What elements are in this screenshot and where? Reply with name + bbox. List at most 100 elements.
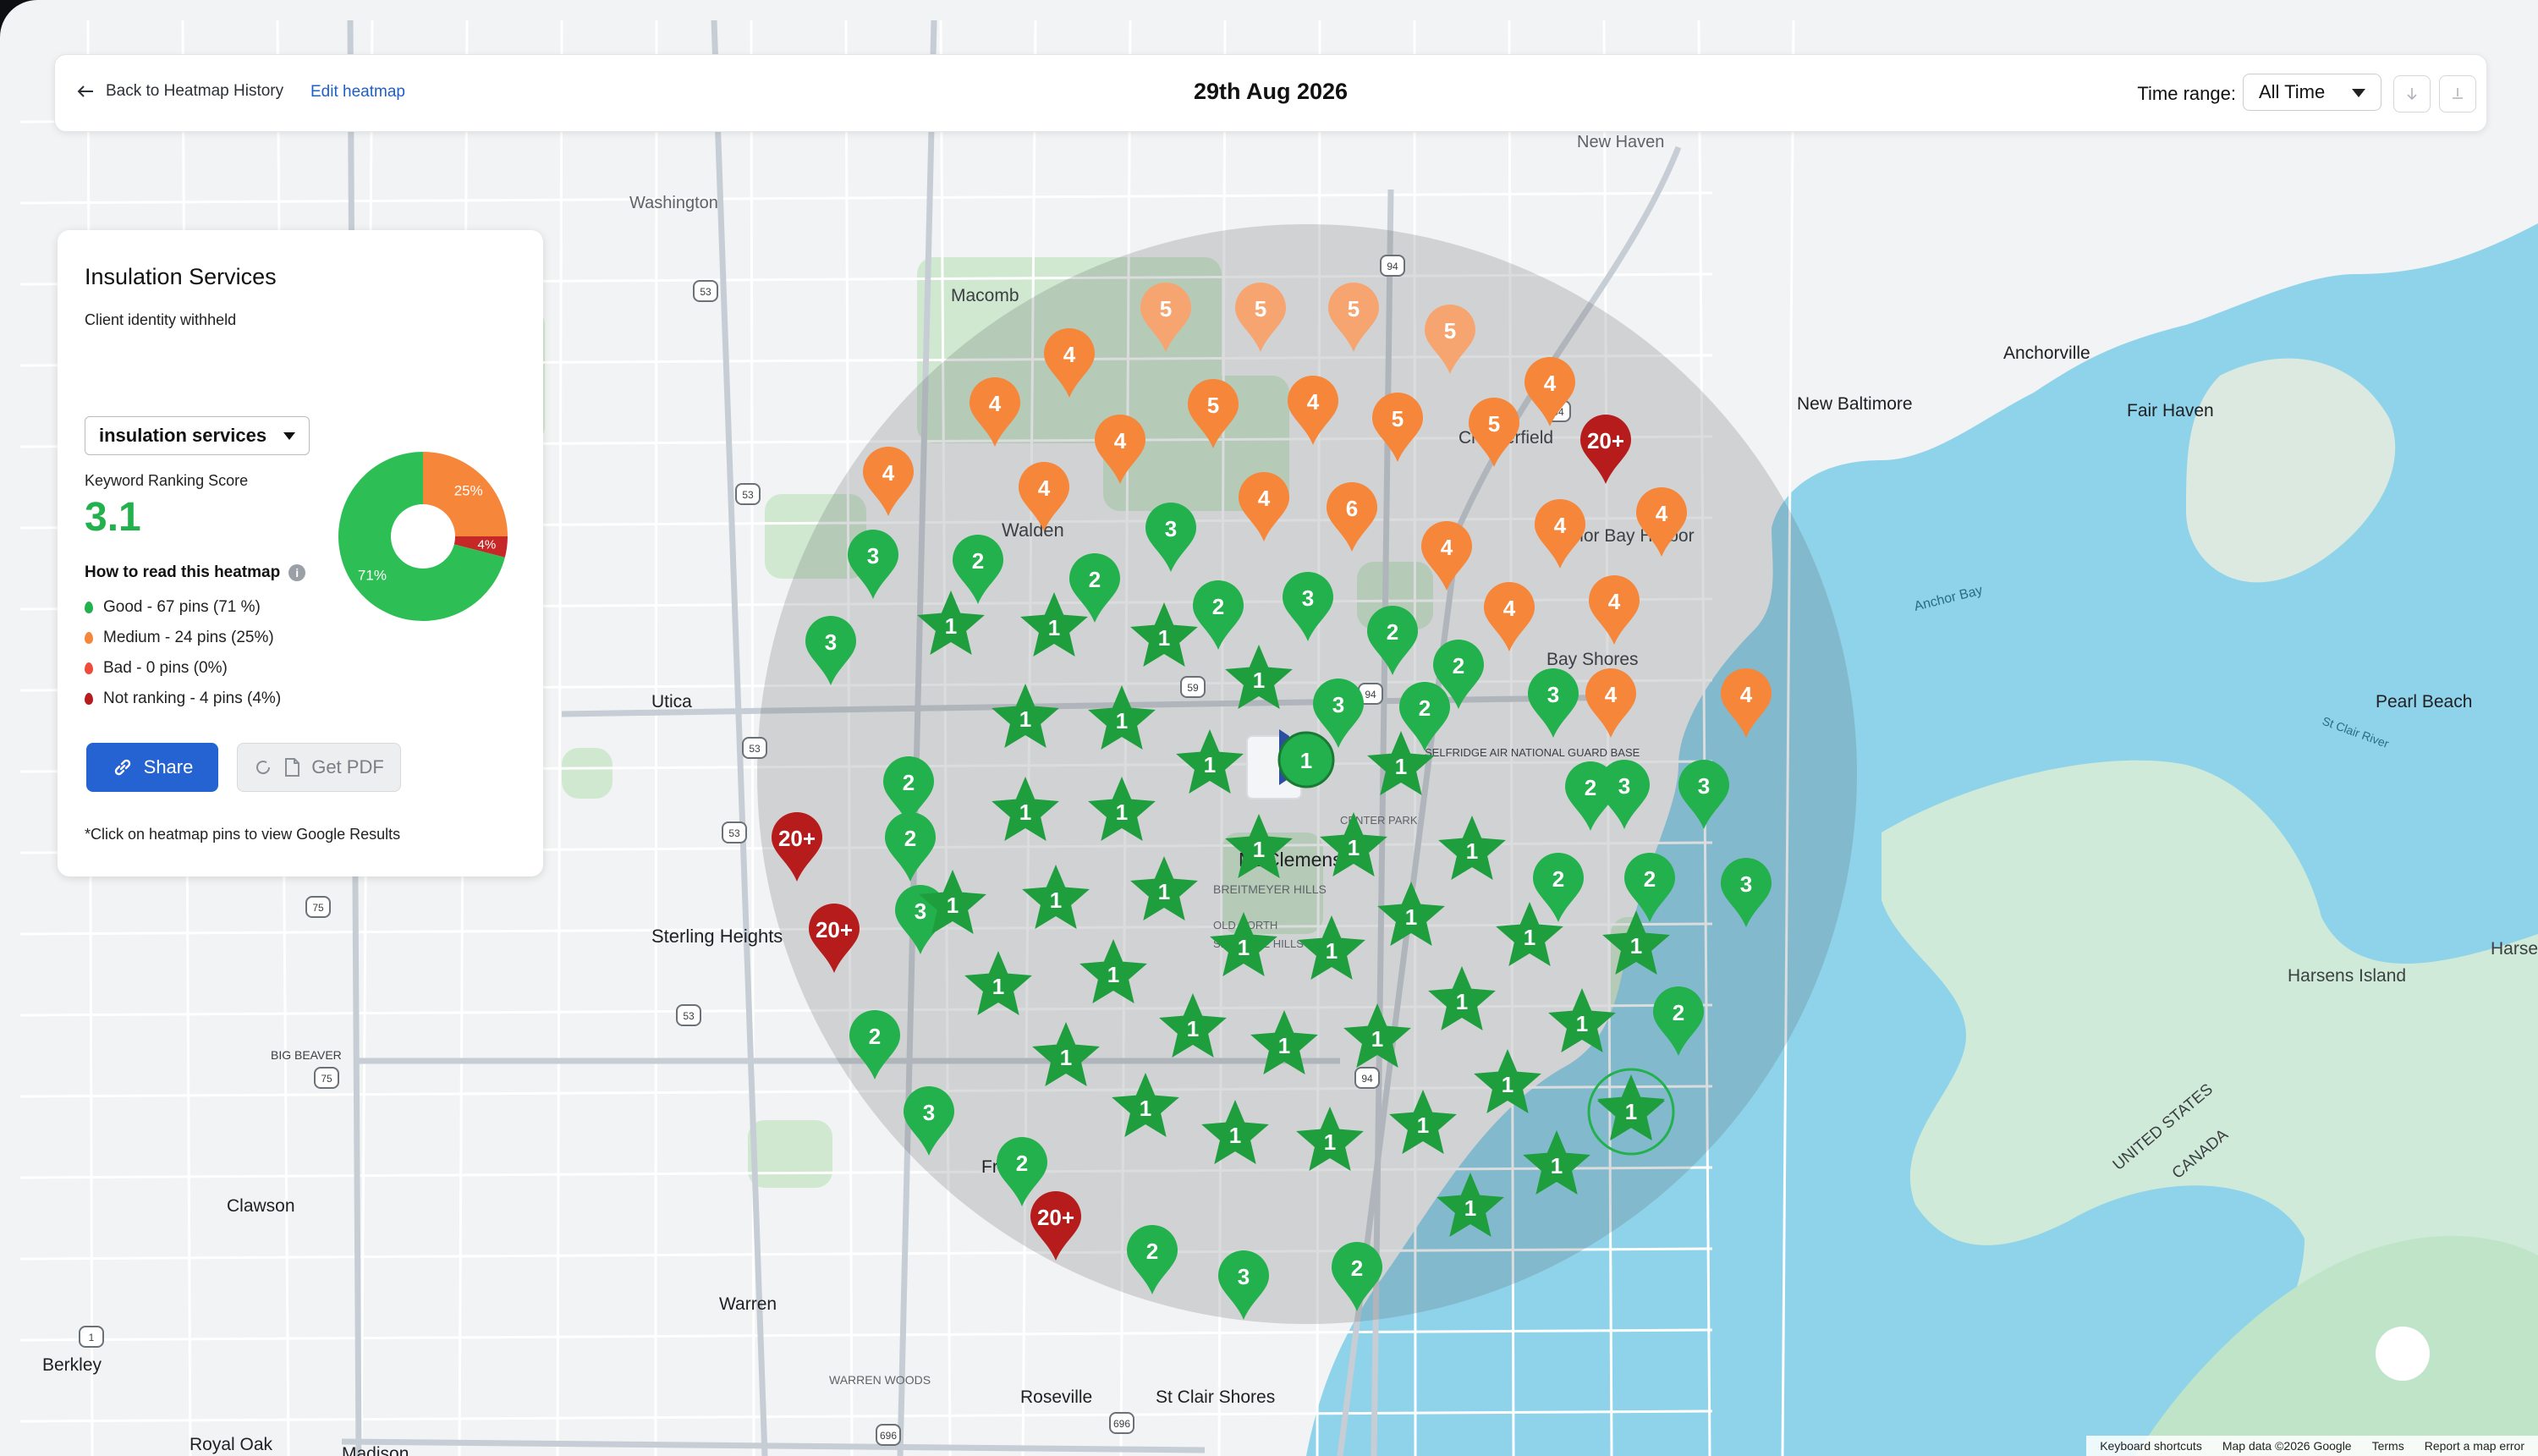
pin-label: 2 [1016, 1151, 1028, 1176]
map-label: Roseville [1020, 1387, 1092, 1407]
keyword-select[interactable]: insulation services [85, 416, 310, 455]
howto-label: How to read this heatmap [85, 563, 281, 581]
score-label: Keyword Ranking Score [85, 472, 249, 489]
star-label: 1 [1326, 938, 1338, 964]
pin-label: 4 [1038, 475, 1051, 501]
star-label: 1 [1204, 752, 1216, 777]
export-button[interactable] [2439, 75, 2476, 113]
star-label: 1 [1405, 904, 1417, 930]
pin-label: 20+ [1587, 428, 1624, 453]
pin-label: 3 [867, 543, 879, 569]
pin-label: 4 [1114, 428, 1127, 453]
pin-label: 2 [1552, 866, 1564, 892]
attribution-link[interactable]: Keyboard shortcuts [2100, 1439, 2202, 1453]
map-label: SELFRIDGE AIR NATIONAL GUARD BASE [1425, 746, 1640, 759]
map-label: BIG BEAVER [271, 1048, 342, 1062]
map-label: St Clair Shores [1156, 1387, 1275, 1407]
legend-label: Not ranking - 4 pins (4%) [103, 690, 282, 707]
pin-label: 6 [1346, 496, 1358, 521]
map-label: Berkley [42, 1355, 102, 1375]
star-label: 1 [947, 893, 959, 918]
map-label: Warren [719, 1294, 777, 1314]
star-label: 1 [1502, 1072, 1513, 1097]
route-shield: 696 [876, 1424, 901, 1446]
pin-label: 5 [1392, 406, 1404, 431]
pin-label: 3 [1740, 871, 1752, 897]
star-label: 1 [1630, 933, 1642, 959]
app-frame: WashingtonNew HavenMacombWaldenChesterfi… [0, 0, 2538, 1456]
map-label: New Haven [1577, 133, 1664, 151]
route-shield: 75 [314, 1067, 339, 1089]
ranking-pie-chart: 25% 4% 71% [338, 452, 508, 621]
star-label: 1 [1551, 1153, 1563, 1179]
pin-label: 4 [1605, 682, 1618, 707]
attribution-link[interactable]: Terms [2372, 1439, 2404, 1453]
pin-label: 3 [1302, 585, 1314, 611]
route-shield: 94 [1380, 255, 1405, 277]
star-label: 1 [1371, 1026, 1383, 1052]
route-shield: 696 [1109, 1412, 1134, 1434]
pdf-label: Get PDF [311, 756, 384, 777]
star-label: 1 [1107, 962, 1119, 987]
map-control-button[interactable] [2376, 1327, 2430, 1381]
legend-item: Good - 67 pins (71 %) [85, 592, 281, 623]
pin-label: 5 [1444, 318, 1456, 343]
attribution-link[interactable]: Map data ©2026 Google [2222, 1439, 2352, 1453]
pin-label: 3 [1332, 692, 1344, 717]
star-label: 1 [1238, 935, 1250, 960]
legend-item: Medium - 24 pins (25%) [85, 623, 281, 653]
pin-label: 2 [903, 770, 915, 795]
pie-slice-label: 25% [454, 482, 483, 498]
attribution-link[interactable]: Report a map error [2425, 1439, 2524, 1453]
star-label: 1 [992, 974, 1004, 999]
pin-label: 2 [1673, 1000, 1684, 1025]
panel-title: Insulation Services [85, 264, 277, 289]
link-icon [114, 759, 130, 776]
pin-label: 3 [923, 1100, 935, 1125]
pin-label: 4 [1608, 589, 1621, 614]
pin-label: 5 [1207, 393, 1219, 418]
time-range-select[interactable]: All Time [2243, 74, 2381, 111]
pin-label: 4 [1441, 535, 1453, 560]
pin-label: 4 [1656, 501, 1668, 526]
route-shield: 75 [305, 896, 331, 918]
route-shield-label: 53 [728, 827, 740, 839]
document-icon [285, 758, 300, 777]
legend-label: Medium - 24 pins (25%) [103, 629, 274, 646]
map-label: Bay Shores [1546, 650, 1639, 669]
route-shield-label: 75 [312, 902, 324, 914]
download-button[interactable] [2393, 75, 2431, 113]
route-shield: 1 [79, 1326, 104, 1348]
share-button[interactable]: Share [86, 743, 218, 792]
route-shield: 53 [676, 1004, 701, 1026]
legend: Good - 67 pins (71 %) Medium - 24 pins (2… [85, 592, 281, 714]
pin-label: 3 [915, 898, 926, 924]
pin-label: 3 [1165, 516, 1177, 541]
route-shield-label: 1 [89, 1332, 95, 1343]
pin-label: 4 [882, 460, 895, 486]
route-shield: 53 [722, 821, 747, 843]
star-label: 1 [1524, 925, 1535, 950]
page-title: 29th Aug 2026 [1193, 79, 1349, 104]
star-label: 1 [1048, 615, 1060, 640]
route-shield-label: 75 [321, 1073, 332, 1085]
get-pdf-button[interactable]: Get PDF [237, 743, 401, 792]
map-attribution: Keyboard shortcuts Map data ©2026 Google T… [2086, 1436, 2538, 1456]
map-label: Royal Oak [190, 1435, 273, 1454]
route-shield-label: 53 [742, 489, 754, 501]
star-label: 1 [1116, 799, 1128, 825]
share-label: Share [143, 756, 194, 777]
route-shield: 94 [1354, 1067, 1380, 1089]
time-range-value: All Time [2259, 81, 2326, 102]
star-label: 1 [1395, 754, 1407, 779]
star-label: 1 [1116, 708, 1128, 733]
pin-label: 4 [1740, 682, 1753, 707]
map-label: Fair Haven [2127, 401, 2214, 420]
pin-label: 2 [972, 548, 984, 574]
time-range-label: Time range: [2137, 83, 2236, 104]
pin-label: 20+ [1037, 1205, 1074, 1230]
download-icon [2407, 88, 2417, 101]
pin-label: 3 [1698, 773, 1710, 799]
info-icon[interactable]: i [288, 564, 306, 581]
map-label: Walden [1002, 519, 1064, 541]
